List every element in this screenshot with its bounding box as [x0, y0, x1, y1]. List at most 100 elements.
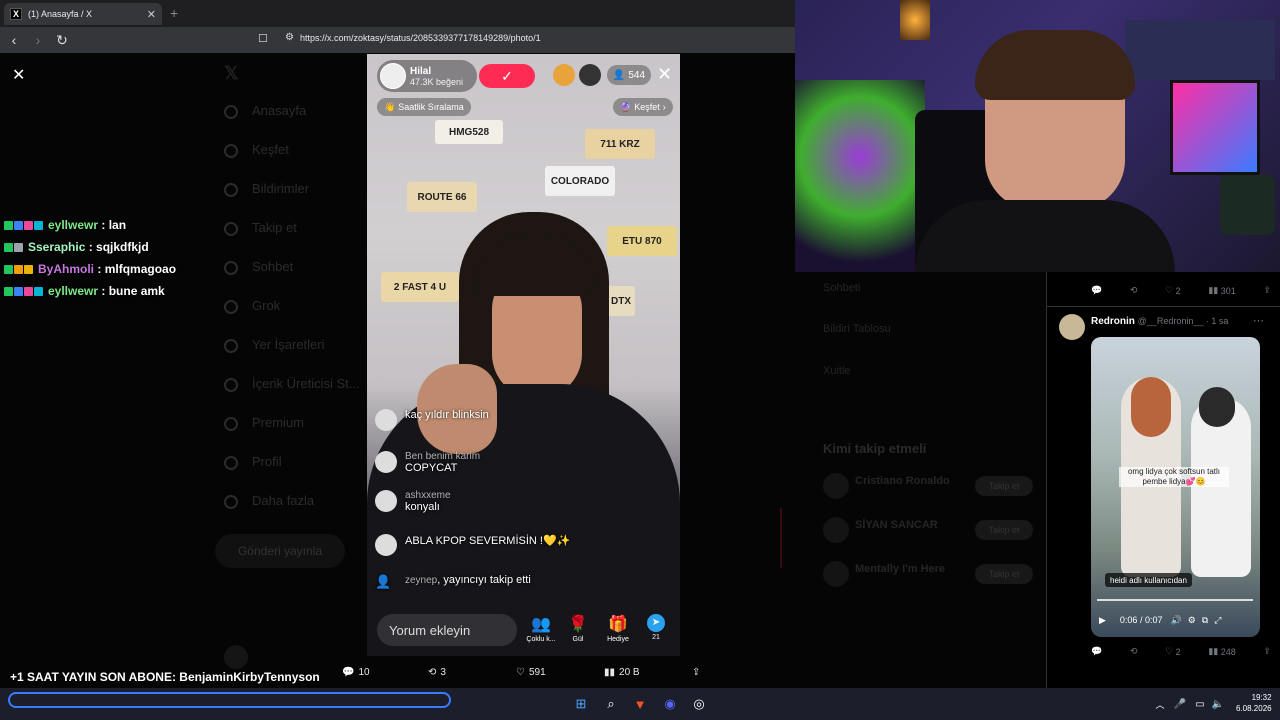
- discord-icon[interactable]: ◉: [660, 694, 680, 714]
- close-media-icon[interactable]: ✕: [12, 65, 25, 85]
- pip-icon[interactable]: ⧉: [1202, 615, 1208, 626]
- obs-icon[interactable]: ◎: [689, 694, 709, 714]
- tray-chevron-icon[interactable]: ︿: [1150, 694, 1170, 714]
- suggestion-avatar[interactable]: [823, 561, 849, 587]
- screen: { "browser": { "tab_title": "(1) Anasayf…: [0, 0, 1280, 720]
- site-info-icon[interactable]: ⚙: [285, 32, 294, 43]
- viewer-count[interactable]: 👤 544: [607, 65, 651, 85]
- share-icon[interactable]: ⇪: [692, 667, 700, 678]
- sidebar-item[interactable]: Keşfet: [252, 142, 289, 157]
- taskbar-search[interactable]: [8, 692, 451, 708]
- top-gifter-avatar[interactable]: [553, 64, 575, 86]
- sidebar-item[interactable]: Bildirimler: [252, 181, 309, 196]
- tweet-handle[interactable]: @__Redronin__ · 1 sa: [1138, 316, 1229, 326]
- commenter-avatar[interactable]: [375, 534, 397, 556]
- follow-button[interactable]: Takip et: [975, 476, 1033, 496]
- license-plate: ETU 870: [607, 226, 677, 256]
- follow-host-button[interactable]: ✓: [479, 64, 535, 88]
- views-button[interactable]: ▮▮ 301: [1208, 285, 1235, 296]
- streamer-hair-cam: [975, 30, 1135, 100]
- reload-icon[interactable]: ↻: [52, 30, 72, 50]
- chat-username[interactable]: eyllwewr: [48, 284, 98, 298]
- suggestion-name[interactable]: Mentally I'm Here: [855, 563, 945, 575]
- reply-stat[interactable]: 💬 10: [342, 667, 370, 678]
- sidebar-item[interactable]: İçerik Üreticisi St...: [252, 376, 360, 391]
- suggestion-name[interactable]: SİYAN SANCAR: [855, 519, 938, 531]
- comment-text: , yayıncıyı takip etti: [437, 574, 531, 586]
- post-button[interactable]: Gönderi yayınla: [215, 534, 345, 568]
- suggestion-avatar[interactable]: [823, 473, 849, 499]
- commenter-avatar[interactable]: [375, 490, 397, 512]
- fullscreen-icon[interactable]: ⤢: [1214, 615, 1221, 626]
- chat-separator: :: [98, 284, 109, 298]
- browser-tab[interactable]: X (1) Anasayfa / X ✕: [4, 3, 162, 25]
- sidebar-item[interactable]: Anasayfa: [252, 103, 306, 118]
- reply-icon[interactable]: 💬: [1091, 285, 1102, 296]
- volume-icon[interactable]: 🔈: [1208, 694, 1228, 714]
- tweet-author[interactable]: Redronin: [1091, 316, 1135, 327]
- forward-icon[interactable]: ›: [28, 30, 48, 50]
- close-live-icon[interactable]: ✕: [657, 64, 672, 85]
- live-action-button[interactable]: 🎁 Hediye: [600, 614, 636, 643]
- sidebar-item[interactable]: Profil: [252, 454, 282, 469]
- commenter-name[interactable]: zeynep: [405, 575, 437, 586]
- tab-close-icon[interactable]: ✕: [147, 8, 156, 21]
- sidebar-item[interactable]: Daha fazla: [252, 493, 314, 508]
- taskbar-clock[interactable]: 19:32 6.08.2026: [1236, 692, 1272, 714]
- subscriber-banner: +1 SAAT YAYIN SON ABONE: BenjaminKirbyTe…: [10, 670, 320, 684]
- more-icon[interactable]: ⋯: [1253, 314, 1264, 327]
- address-bar[interactable]: https://x.com/zoktasy/status/20853393771…: [300, 33, 541, 43]
- repost-icon[interactable]: ⟲: [1130, 285, 1138, 296]
- commenter-name[interactable]: ashxxeme: [405, 490, 451, 501]
- suggestion-name[interactable]: Cristiano Ronaldo: [855, 475, 950, 487]
- reply-icon[interactable]: 💬: [1091, 646, 1102, 657]
- video-progress[interactable]: [1097, 599, 1253, 601]
- sidebar-item[interactable]: Premium: [252, 415, 304, 430]
- like-button[interactable]: ♡ 2: [1165, 646, 1181, 657]
- top-gifter-avatar[interactable]: [579, 64, 601, 86]
- comment-input[interactable]: Yorum ekleyin: [377, 614, 517, 646]
- like-button[interactable]: ♡ 2: [1165, 285, 1181, 296]
- commenter-name[interactable]: Ben benim karim: [405, 451, 480, 462]
- chat-username[interactable]: eyllwewr: [48, 218, 98, 232]
- avatar[interactable]: [224, 645, 248, 669]
- chat-message: eyllwewr : lan: [4, 214, 264, 236]
- suggestion-avatar[interactable]: [823, 517, 849, 543]
- attribution[interactable]: heidi adlı kullanıcıdan: [1105, 573, 1192, 587]
- chat-username[interactable]: Sseraphic: [28, 240, 85, 254]
- windows-start-icon[interactable]: ⊞: [571, 694, 591, 714]
- new-tab-button[interactable]: +: [170, 5, 178, 21]
- live-action-button[interactable]: 🌹 Gül: [560, 614, 596, 643]
- hourly-ranking-tag[interactable]: 👋 Saatlik Sıralama: [377, 98, 471, 116]
- live-action-button[interactable]: ➤ 21: [638, 614, 674, 641]
- commenter-avatar[interactable]: [375, 409, 397, 431]
- repost-stat[interactable]: ⟲ 3: [428, 667, 446, 678]
- settings-icon[interactable]: ⚙: [1188, 615, 1196, 626]
- like-stat[interactable]: ♡ 591: [516, 667, 546, 678]
- live-action-button[interactable]: 👥 Çoklu k...: [523, 614, 559, 643]
- views-button[interactable]: ▮▮ 248: [1208, 646, 1235, 657]
- views-stat[interactable]: ▮▮ 20 B: [604, 667, 640, 678]
- tweet-avatar[interactable]: [1059, 314, 1085, 340]
- follow-event-icon[interactable]: 👤: [375, 574, 397, 596]
- brave-browser-icon[interactable]: ▼: [630, 694, 650, 714]
- back-icon[interactable]: ‹: [4, 30, 24, 50]
- commenter-avatar[interactable]: [375, 451, 397, 473]
- tweet-video[interactable]: omg lidya çok softsun tatlı pembe lidya💕…: [1091, 337, 1260, 637]
- share-icon[interactable]: ⇪: [1263, 285, 1271, 296]
- bookmark-icon[interactable]: ☐: [258, 32, 268, 45]
- sidebar-item[interactable]: Yer İşaretleri: [252, 337, 325, 352]
- share-icon[interactable]: ⇪: [1263, 646, 1271, 657]
- search-icon[interactable]: ⌕: [601, 694, 621, 714]
- host-info[interactable]: Hilal 47.3K beğeni: [377, 60, 477, 92]
- chat-username[interactable]: ByAhmoli: [38, 262, 94, 276]
- explore-tag[interactable]: 🔮 Keşfet ›: [613, 98, 673, 116]
- play-icon[interactable]: ▶: [1099, 615, 1106, 626]
- follow-button[interactable]: Takip et: [975, 520, 1033, 540]
- display-icon[interactable]: ▭: [1190, 694, 1210, 714]
- follow-button[interactable]: Takip et: [975, 564, 1033, 584]
- repost-icon[interactable]: ⟲: [1130, 646, 1138, 657]
- volume-icon[interactable]: 🔊: [1170, 615, 1181, 626]
- microphone-icon[interactable]: 🎤: [1170, 694, 1190, 714]
- license-plate: COLORADO: [545, 166, 615, 196]
